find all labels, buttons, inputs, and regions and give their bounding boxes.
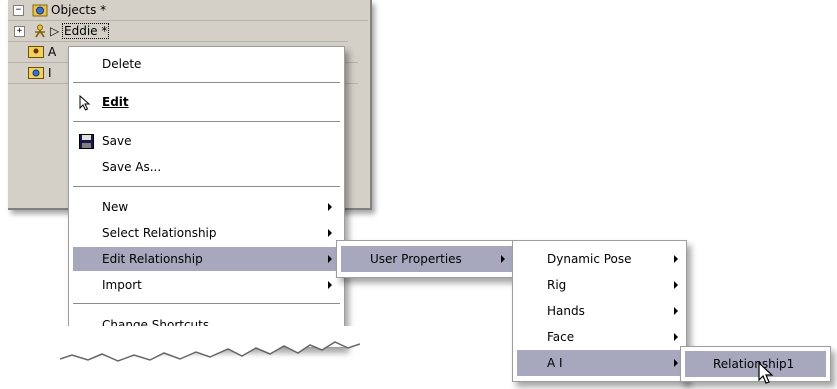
actor-icon bbox=[28, 45, 44, 59]
menu-item-edit-relationship[interactable]: Edit Relationship bbox=[73, 247, 340, 271]
torn-edge-decoration bbox=[60, 326, 360, 362]
menu-separator bbox=[73, 121, 340, 122]
submenu-arrow-icon bbox=[674, 359, 678, 367]
menu-item-label: User Properties bbox=[370, 252, 462, 266]
submenu-arrow-icon bbox=[674, 255, 678, 263]
tree-label-eddie: Eddie * bbox=[62, 23, 110, 39]
menu-item-save-as[interactable]: Save As... bbox=[69, 155, 344, 179]
menu-item-label: Delete bbox=[102, 57, 142, 71]
tree-marker: ▷ bbox=[50, 24, 60, 38]
menu-item-dynamic-pose[interactable]: Dynamic Pose bbox=[513, 246, 686, 272]
menu-item-label: Select Relationship bbox=[102, 226, 217, 240]
submenu-arrow-icon bbox=[674, 307, 678, 315]
menu-item-relationship1[interactable]: Relationship1 bbox=[685, 351, 826, 377]
tree-label-objects: Objects * bbox=[51, 3, 107, 17]
menu-item-label: Edit Relationship bbox=[102, 252, 203, 266]
menu-item-face[interactable]: Face bbox=[513, 324, 686, 350]
submenu-arrow-icon bbox=[674, 281, 678, 289]
scene-icon bbox=[28, 66, 44, 80]
menu-item-rig[interactable]: Rig bbox=[513, 272, 686, 298]
submenu-ai: Relationship1 bbox=[680, 346, 831, 382]
tree-row-objects[interactable]: − Objects * bbox=[8, 0, 368, 21]
menu-item-edit[interactable]: Edit bbox=[69, 90, 344, 114]
menu-item-save[interactable]: Save bbox=[69, 129, 344, 153]
tree-label-row3: A bbox=[48, 45, 57, 59]
menu-item-new[interactable]: New bbox=[69, 195, 344, 219]
collapse-expander[interactable]: − bbox=[13, 5, 24, 16]
submenu-arrow-icon bbox=[328, 203, 332, 211]
submenu-arrow-icon bbox=[328, 229, 332, 237]
menu-item-hands[interactable]: Hands bbox=[513, 298, 686, 324]
submenu-arrow-icon bbox=[674, 333, 678, 341]
menu-item-label: Dynamic Pose bbox=[547, 252, 632, 266]
submenu-arrow-icon bbox=[328, 255, 332, 263]
menu-item-label: Save bbox=[102, 134, 132, 148]
menu-item-user-properties[interactable]: User Properties bbox=[341, 246, 513, 272]
menu-separator bbox=[73, 303, 340, 304]
menu-separator bbox=[73, 82, 340, 83]
menu-item-label: Import bbox=[102, 278, 142, 292]
menu-item-label: Edit bbox=[102, 95, 129, 109]
menu-item-ai[interactable]: A I bbox=[517, 350, 682, 376]
submenu-arrow-icon bbox=[328, 281, 332, 289]
menu-item-delete[interactable]: Delete bbox=[69, 52, 344, 76]
tree-label-row4: I bbox=[48, 66, 52, 80]
menu-item-label: Relationship1 bbox=[713, 357, 795, 371]
menu-item-select-relationship[interactable]: Select Relationship bbox=[69, 221, 344, 245]
submenu-arrow-icon bbox=[501, 255, 505, 263]
character-icon bbox=[32, 24, 48, 38]
menu-separator bbox=[73, 186, 340, 187]
tree-row-eddie[interactable]: + ▷ Eddie * bbox=[8, 21, 348, 42]
expand-expander[interactable]: + bbox=[14, 26, 25, 37]
objects-folder-icon bbox=[32, 3, 48, 17]
menu-item-import[interactable]: Import bbox=[69, 273, 344, 297]
submenu-edit-relationship: User Properties bbox=[336, 240, 518, 278]
menu-item-label: Save As... bbox=[102, 160, 162, 174]
menu-item-label: New bbox=[102, 200, 129, 214]
context-menu: Delete Edit Save Save As... New Select R… bbox=[68, 46, 345, 348]
menu-item-label: Face bbox=[547, 330, 575, 344]
menu-item-label: Hands bbox=[547, 304, 585, 318]
mouse-cursor-icon bbox=[758, 362, 774, 384]
menu-item-label: Rig bbox=[547, 278, 567, 292]
menu-item-label: A I bbox=[547, 356, 563, 370]
submenu-user-properties: Dynamic Pose Rig Hands Face A I bbox=[512, 240, 687, 382]
pointer-icon bbox=[79, 94, 91, 119]
floppy-disk-icon bbox=[79, 133, 94, 157]
